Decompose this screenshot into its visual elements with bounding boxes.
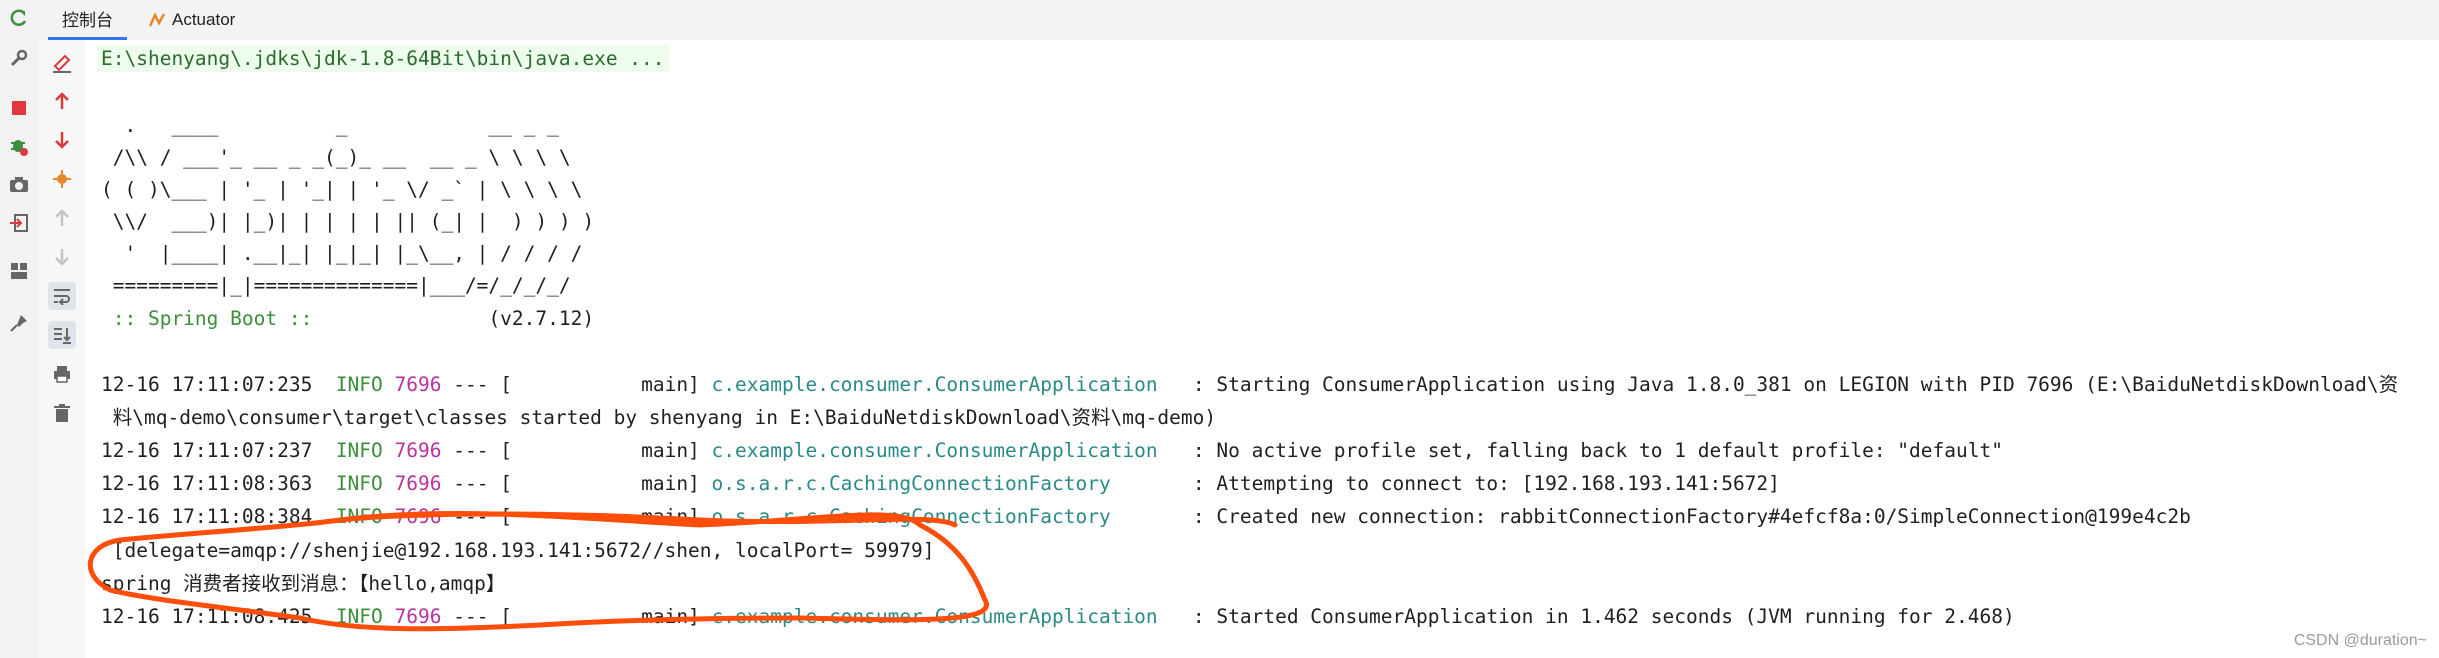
wrench-icon[interactable] [6,45,32,71]
spring-boot-label: :: Spring Boot :: [101,307,313,330]
log-pid: 7696 [394,605,442,628]
arrow-up-icon[interactable] [48,87,76,115]
debug-bug-icon[interactable] [6,133,32,159]
console-output[interactable]: E:\shenyang\.jdks\jdk-1.8-64Bit\bin\java… [86,40,2439,658]
log-line: 12-16 17:11:08:384 INFO 7696 --- [ main]… [101,506,2191,528]
pin-icon[interactable] [6,310,32,336]
log-logger[interactable]: o.s.a.r.c.CachingConnectionFactory [712,505,1111,528]
log-level: INFO [335,605,383,628]
banner-line: /\\ / ___'_ __ _ _(_)_ __ __ _ \ \ \ \ [101,146,571,169]
log-thread: main] [641,373,700,396]
arrow-down-icon[interactable] [48,126,76,154]
log-pid: 7696 [394,373,442,396]
rerun-icon[interactable] [6,5,32,31]
log-separator: --- [ [453,472,512,495]
banner-line: ' |____| .__|_| |_|_| |_\__, | / / / / [101,242,583,265]
log-message: : Attempting to connect to: [192.168.193… [1192,472,1780,495]
tab-console-label: 控制台 [62,11,113,30]
tab-actuator-label: Actuator [172,10,236,29]
layout-icon[interactable] [6,258,32,284]
actuator-icon [148,11,166,29]
debug-point-icon[interactable] [48,165,76,193]
log-pid: 7696 [394,439,442,462]
stop-icon[interactable] [6,95,32,121]
log-message: : Starting ConsumerApplication using Jav… [1192,373,2399,396]
log-level: INFO [335,472,383,495]
banner-line: . ____ _ __ _ _ [101,114,559,137]
arrow-down-disabled-icon[interactable] [48,243,76,271]
log-continuation: 料\mq-demo\consumer\target\classes starte… [101,406,1217,429]
log-message: : Created new connection: rabbitConnecti… [1192,505,2191,528]
log-timestamp: 12-16 17:11:07:235 [101,373,313,396]
clear-all-icon[interactable] [48,49,76,77]
camera-icon[interactable] [6,172,32,198]
log-line: 12-16 17:11:07:235 INFO 7696 --- [ main]… [101,374,2398,396]
scroll-to-end-icon[interactable] [48,321,76,349]
log-message: : No active profile set, falling back to… [1192,439,2003,462]
spring-boot-version-line: :: Spring Boot :: (v2.7.12) [101,308,594,330]
log-level: INFO [335,439,383,462]
print-icon[interactable] [48,360,76,388]
log-separator: --- [ [453,373,512,396]
banner-line: =========|_|==============|___/=/_/_/_/ [101,274,571,297]
tool-window-tabbar: 控制台 Actuator [38,0,2439,41]
log-logger[interactable]: c.example.consumer.ConsumerApplication [712,605,1158,628]
log-logger[interactable]: c.example.consumer.ConsumerApplication [712,373,1158,396]
command-line: E:\shenyang\.jdks\jdk-1.8-64Bit\bin\java… [97,45,669,72]
console-toolbar [38,40,87,658]
login-icon[interactable] [6,210,32,236]
spring-boot-version: (v2.7.12) [488,307,595,330]
consumer-message-line: spring 消费者接收到消息：【hello,amqp】 [101,572,506,595]
log-level: INFO [335,373,383,396]
arrow-up-disabled-icon[interactable] [48,204,76,232]
banner-line: \\/ ___)| |_)| | | | | || (_| | ) ) ) ) [101,210,595,233]
log-separator: --- [ [453,605,512,628]
log-thread: main] [641,472,700,495]
log-logger[interactable]: o.s.a.r.c.CachingConnectionFactory [712,472,1111,495]
tab-actuator[interactable]: Actuator [134,0,249,40]
log-pid: 7696 [394,472,442,495]
log-timestamp: 12-16 17:11:08:363 [101,472,313,495]
soft-wrap-icon[interactable] [48,282,76,310]
log-line: 12-16 17:11:08:363 INFO 7696 --- [ main]… [101,473,1780,495]
log-separator: --- [ [453,439,512,462]
log-thread: main] [641,439,700,462]
watermark: CSDN @duration~ [2293,632,2427,649]
tab-console[interactable]: 控制台 [48,0,127,40]
log-timestamp: 12-16 17:11:08:384 [101,505,313,528]
banner-line: ( ( )\___ | '_ | '_| | '_ \/ _` | \ \ \ … [101,178,583,201]
log-timestamp: 12-16 17:11:07:237 [101,439,313,462]
log-logger[interactable]: c.example.consumer.ConsumerApplication [712,439,1158,462]
log-thread: main] [641,605,700,628]
log-line: 12-16 17:11:07:237 INFO 7696 --- [ main]… [101,440,2003,462]
log-separator: --- [ [453,505,512,528]
log-pid: 7696 [394,505,442,528]
log-line: 12-16 17:11:08:425 INFO 7696 --- [ main]… [101,606,2015,628]
log-level: INFO [335,505,383,528]
log-thread: main] [641,505,700,528]
log-message: : Started ConsumerApplication in 1.462 s… [1192,605,2015,628]
log-timestamp: 12-16 17:11:08:425 [101,605,313,628]
trash-icon[interactable] [48,399,76,427]
log-continuation: [delegate=amqp://shenjie@192.168.193.141… [101,539,935,562]
left-tool-strip [0,0,39,658]
java-command: E:\shenyang\.jdks\jdk-1.8-64Bit\bin\java… [97,45,669,72]
